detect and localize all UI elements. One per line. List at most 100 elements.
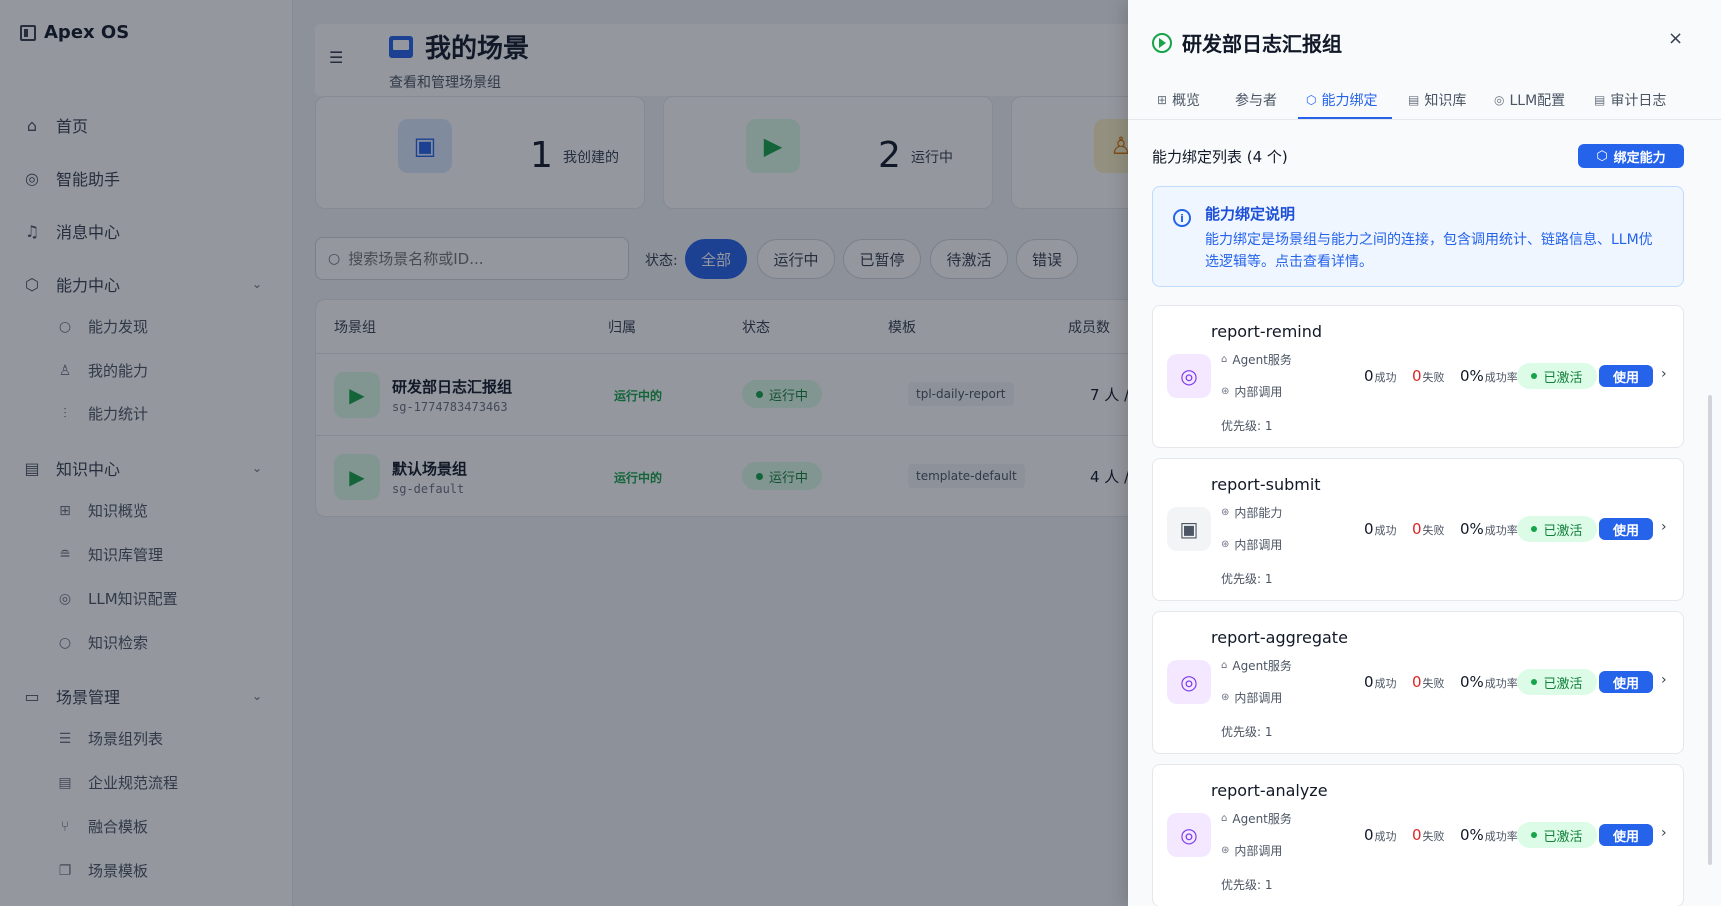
capability-call-text: 内部调用	[1234, 691, 1283, 705]
chip-icon: ▣	[1167, 507, 1211, 551]
success-value: 0	[1364, 520, 1374, 538]
priority: 优先级: 1	[1221, 572, 1273, 586]
rate-label: 成功率	[1484, 371, 1518, 384]
rate-value: 0%	[1460, 826, 1484, 844]
success-metric: 0 成功	[1364, 367, 1397, 385]
info-body[interactable]: 能力绑定是场景组与能力之间的连接，包含调用统计、链路信息、LLM优选逻辑等。点击…	[1205, 229, 1665, 273]
fail-value: 0	[1412, 520, 1422, 538]
drawer-title: 研发部日志汇报组	[1152, 28, 1342, 57]
tab-label: LLM配置	[1509, 93, 1566, 109]
fail-label: 失败	[1422, 677, 1445, 690]
document-icon: ▤	[1594, 93, 1606, 107]
robot-icon: ◎	[1167, 354, 1211, 398]
building-icon: ⌂	[1221, 354, 1228, 365]
link-icon: ⊛	[1221, 692, 1230, 703]
success-value: 0	[1364, 367, 1374, 385]
puzzle-icon: ⬡	[1306, 93, 1317, 107]
puzzle-icon: ⬡	[1596, 148, 1608, 164]
bind-button-label: 绑定能力	[1613, 150, 1666, 166]
success-label: 成功	[1374, 677, 1397, 690]
tab-overview[interactable]: ⊞ 概览	[1157, 90, 1200, 110]
link-icon: ⊛	[1221, 539, 1230, 550]
rate-label: 成功率	[1484, 524, 1518, 537]
robot-icon: ◎	[1494, 93, 1505, 107]
drawer-header: 研发部日志汇报组 ×	[1128, 0, 1721, 80]
status-badge: 已激活	[1517, 516, 1597, 542]
capability-card[interactable]: report-remind ◎ ⌂ Agent服务 ⊛ 内部调用 优先级: 1 0成…	[1152, 305, 1684, 448]
link-icon: ⊛	[1221, 845, 1230, 856]
fail-value: 0	[1412, 367, 1422, 385]
scrollbar[interactable]	[1708, 395, 1712, 865]
fail-value: 0	[1412, 673, 1422, 691]
capability-type-text: Agent服务	[1232, 659, 1292, 673]
capability-call: ⊛ 内部调用	[1221, 383, 1282, 400]
status-text: 已激活	[1543, 370, 1583, 386]
status-text: 已激活	[1543, 676, 1583, 692]
capability-type: ⊛ 内部能力	[1221, 504, 1282, 521]
success-label: 成功	[1374, 524, 1397, 537]
fail-metric: 0 失败	[1412, 367, 1445, 385]
capability-name: report-aggregate	[1211, 628, 1348, 647]
tab-label: 审计日志	[1610, 93, 1667, 109]
info-title: 能力绑定说明	[1205, 205, 1296, 223]
bind-capability-button[interactable]: ⬡ 绑定能力	[1578, 144, 1684, 168]
tab-knowledge-base[interactable]: ▤ 知识库	[1408, 90, 1466, 110]
success-metric: 0 成功	[1364, 826, 1397, 844]
capability-card[interactable]: report-analyze ◎ ⌂ Agent服务 ⊛ 内部调用 优先级: 1 0…	[1152, 764, 1684, 906]
use-button[interactable]: 使用	[1599, 518, 1653, 540]
chevron-right-icon[interactable]: ›	[1661, 366, 1667, 382]
capability-type-text: Agent服务	[1232, 812, 1292, 826]
link-icon: ⊛	[1221, 386, 1230, 397]
success-metric: 0 成功	[1364, 673, 1397, 691]
fail-label: 失败	[1422, 524, 1445, 537]
tab-audit-log[interactable]: ▤ 审计日志	[1594, 90, 1666, 110]
tab-llm-config[interactable]: ◎ LLM配置	[1494, 90, 1565, 110]
rate-label: 成功率	[1484, 677, 1518, 690]
link-icon: ⊛	[1221, 507, 1230, 518]
capability-call: ⊛ 内部调用	[1221, 689, 1282, 706]
status-text: 已激活	[1543, 829, 1583, 845]
tab-label: 概览	[1172, 93, 1201, 109]
tab-capability-binding[interactable]: ⬡ 能力绑定	[1306, 90, 1377, 110]
building-icon: ⌂	[1221, 813, 1228, 824]
binding-list-title: 能力绑定列表 (4 个)	[1152, 148, 1288, 166]
use-button[interactable]: 使用	[1599, 671, 1653, 693]
book-icon: ▤	[1408, 93, 1420, 107]
capability-card[interactable]: report-aggregate ◎ ⌂ Agent服务 ⊛ 内部调用 优先级: 1…	[1152, 611, 1684, 754]
robot-icon: ◎	[1167, 660, 1211, 704]
use-button[interactable]: 使用	[1599, 824, 1653, 846]
tab-label: 参与者	[1235, 93, 1277, 109]
info-panel: i 能力绑定说明 能力绑定是场景组与能力之间的连接，包含调用统计、链路信息、LL…	[1152, 186, 1684, 287]
capability-name: report-remind	[1211, 322, 1323, 341]
fail-label: 失败	[1422, 371, 1445, 384]
capability-type-text: Agent服务	[1232, 353, 1292, 367]
priority: 优先级: 1	[1221, 725, 1273, 739]
chevron-right-icon[interactable]: ›	[1661, 519, 1667, 535]
status-badge: 已激活	[1517, 363, 1597, 389]
chevron-right-icon[interactable]: ›	[1661, 672, 1667, 688]
chevron-right-icon[interactable]: ›	[1661, 825, 1667, 841]
fail-metric: 0 失败	[1412, 826, 1445, 844]
fail-metric: 0 失败	[1412, 673, 1445, 691]
grid-icon: ⊞	[1157, 93, 1168, 107]
building-icon: ⌂	[1221, 660, 1228, 671]
info-icon: i	[1173, 209, 1191, 227]
status-badge: 已激活	[1517, 822, 1597, 848]
tab-label: 知识库	[1424, 93, 1467, 109]
capability-call-text: 内部调用	[1234, 385, 1283, 399]
drawer-tabs: ⊞ 概览 参与者 ⬡ 能力绑定 ▤ 知识库 ◎ LLM配置 ▤ 审计日志	[1128, 80, 1721, 120]
priority: 优先级: 1	[1221, 419, 1273, 433]
capability-call: ⊛ 内部调用	[1221, 842, 1282, 859]
rate-value: 0%	[1460, 520, 1484, 538]
success-metric: 0 成功	[1364, 520, 1397, 538]
capability-card[interactable]: report-submit ▣ ⊛ 内部能力 ⊛ 内部调用 优先级: 1 0 成功 0…	[1152, 458, 1684, 601]
fail-value: 0	[1412, 826, 1422, 844]
rate-label: 成功率	[1484, 830, 1518, 843]
close-button[interactable]: ×	[1668, 28, 1683, 49]
rate-metric: 0% 成功率	[1460, 826, 1518, 844]
tab-label: 能力绑定	[1321, 93, 1378, 109]
tab-participants[interactable]: 参与者	[1235, 90, 1277, 110]
status-dot	[1531, 526, 1538, 532]
modal-backdrop[interactable]	[0, 0, 1128, 906]
use-button[interactable]: 使用	[1599, 365, 1653, 387]
